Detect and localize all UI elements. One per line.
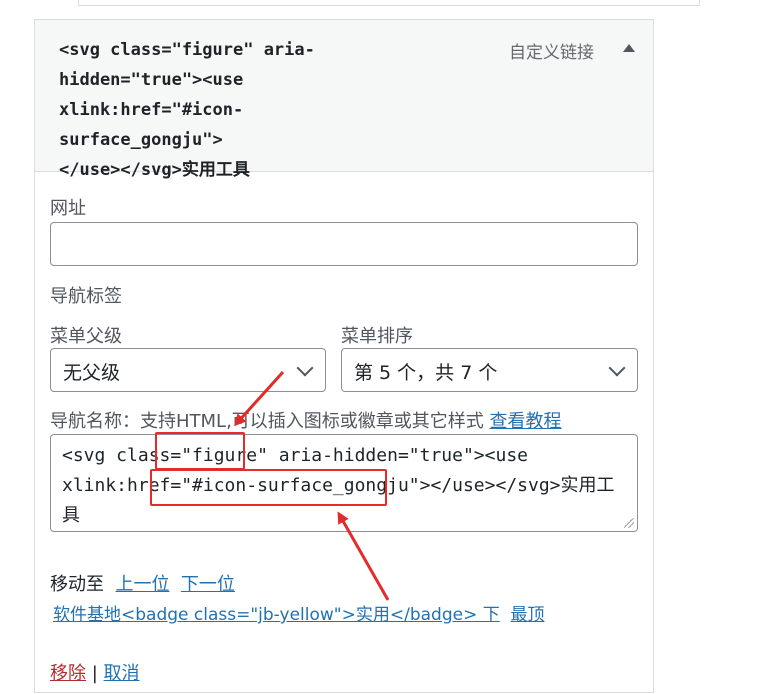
annotation-arrows — [233, 370, 390, 601]
annotation-arrow-href — [337, 511, 390, 601]
annotation-arrow-figure — [233, 370, 285, 427]
